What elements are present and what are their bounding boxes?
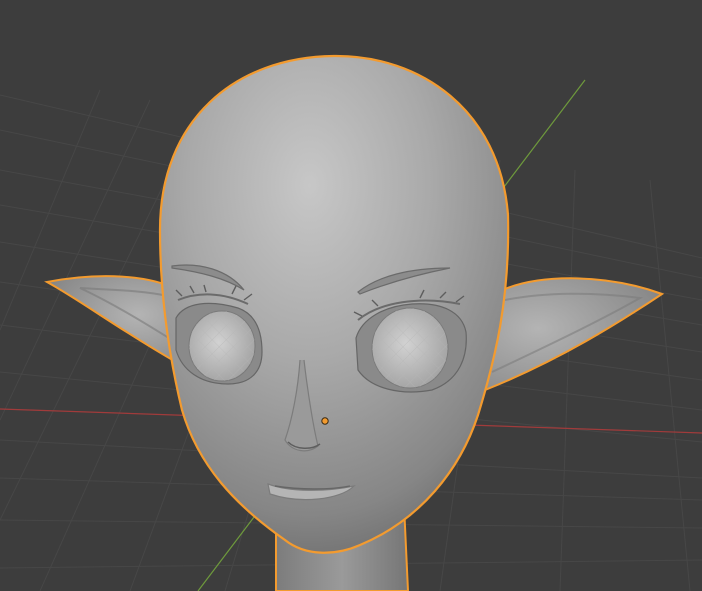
right-ear [483,277,665,392]
object-origin-point[interactable] [321,417,329,425]
3d-viewport[interactable] [0,0,702,591]
viewport-canvas[interactable] [0,0,702,591]
head-mesh[interactable] [44,54,665,591]
